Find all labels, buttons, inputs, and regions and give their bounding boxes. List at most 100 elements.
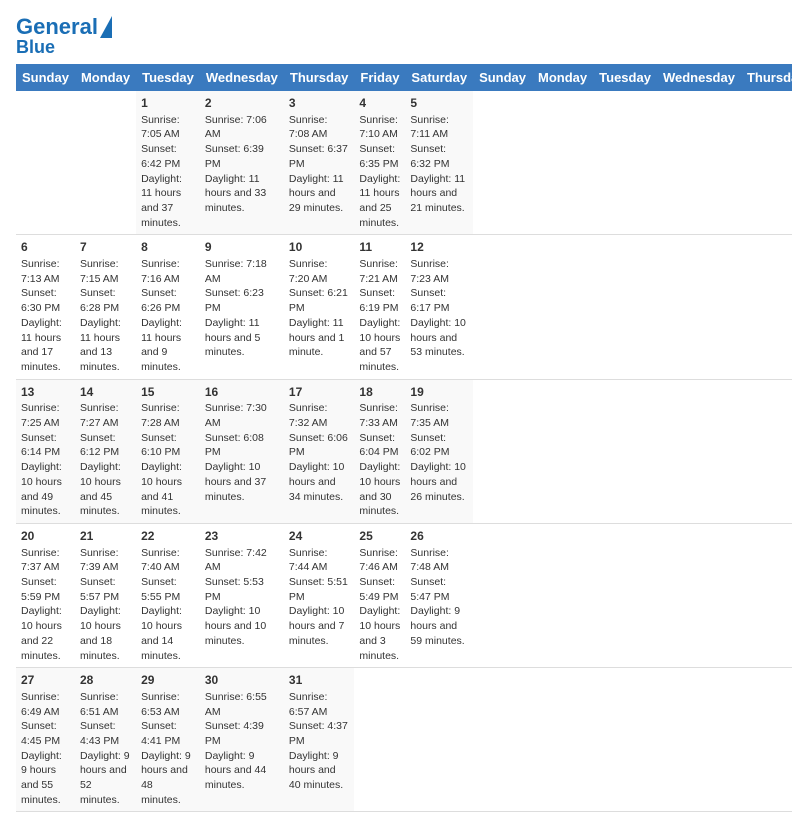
week-row-1: 1Sunrise: 7:05 AMSunset: 6:42 PMDaylight… [16,91,792,235]
day-number: 29 [141,672,195,689]
sunset-text: Sunset: 6:26 PM [141,286,195,315]
sunrise-text: Sunrise: 7:40 AM [141,546,195,575]
sunset-text: Sunset: 4:45 PM [21,719,70,748]
day-cell-11: 11Sunrise: 7:21 AMSunset: 6:19 PMDayligh… [354,235,405,379]
sunrise-text: Sunrise: 6:49 AM [21,690,70,719]
sunset-text: Sunset: 4:37 PM [289,719,350,748]
day-number: 6 [21,239,70,256]
day-number: 24 [289,528,350,545]
sunset-text: Sunset: 6:04 PM [359,431,400,460]
sunset-text: Sunset: 6:08 PM [205,431,279,460]
day-number: 7 [80,239,131,256]
day-cell-8: 8Sunrise: 7:16 AMSunset: 6:26 PMDaylight… [136,235,200,379]
week-row-2: 6Sunrise: 7:13 AMSunset: 6:30 PMDaylight… [16,235,792,379]
day-cell-27: 27Sunrise: 6:49 AMSunset: 4:45 PMDayligh… [16,668,75,812]
day-number: 30 [205,672,279,689]
day-number: 26 [410,528,468,545]
day-cell-24: 24Sunrise: 7:44 AMSunset: 5:51 PMDayligh… [284,523,355,667]
sunrise-text: Sunrise: 7:20 AM [289,257,350,286]
day-cell-30: 30Sunrise: 6:55 AMSunset: 4:39 PMDayligh… [200,668,284,812]
sunrise-text: Sunrise: 7:15 AM [80,257,131,286]
daylight-text: Daylight: 10 hours and 41 minutes. [141,460,195,519]
sunrise-text: Sunrise: 7:39 AM [80,546,131,575]
sunset-text: Sunset: 6:35 PM [359,142,400,171]
logo: General Blue [16,16,112,56]
empty-cell [405,668,473,812]
sunset-text: Sunset: 5:51 PM [289,575,350,604]
week-row-5: 27Sunrise: 6:49 AMSunset: 4:45 PM Dayligh… [16,668,792,812]
page-header: General Blue [16,16,776,56]
day-number: 3 [289,95,350,112]
day-number: 31 [289,672,350,689]
sunset-text: Sunset: 6:23 PM [205,286,279,315]
sunset-text: Sunset: 6:02 PM [410,431,468,460]
sunset-text: Sunset: 6:21 PM [289,286,350,315]
sunrise-text: Sunrise: 7:25 AM [21,401,70,430]
sunrise-text: Sunrise: 7:46 AM [359,546,400,575]
day-cell-26: 26Sunrise: 7:48 AMSunset: 5:47 PMDayligh… [405,523,473,667]
daylight-text: Daylight: 10 hours and 37 minutes. [205,460,279,504]
sunset-text: Sunset: 4:41 PM [141,719,195,748]
sunrise-text: Sunrise: 7:08 AM [289,113,350,142]
column-header-thursday: Thursday [741,64,792,91]
empty-cell [16,91,75,235]
day-cell-22: 22Sunrise: 7:40 AMSunset: 5:55 PMDayligh… [136,523,200,667]
header-row: SundayMondayTuesdayWednesdayThursdayFrid… [16,64,792,91]
day-cell-28: 28Sunrise: 6:51 AMSunset: 4:43 PMDayligh… [75,668,136,812]
sunset-text: Sunset: 6:12 PM [80,431,131,460]
column-header-monday: Monday [75,64,136,91]
day-cell-25: 25Sunrise: 7:46 AMSunset: 5:49 PMDayligh… [354,523,405,667]
day-cell-16: 16Sunrise: 7:30 AMSunset: 6:08 PMDayligh… [200,379,284,523]
daylight-text: Daylight: 11 hours and 21 minutes. [410,172,468,216]
daylight-text: Daylight: 10 hours and 30 minutes. [359,460,400,519]
logo-subtext: Blue [16,38,55,56]
day-cell-7: 7Sunrise: 7:15 AMSunset: 6:28 PMDaylight… [75,235,136,379]
column-header-friday: Friday [354,64,405,91]
daylight-text: Daylight: 10 hours and 49 minutes. [21,460,70,519]
daylight-text: Daylight: 10 hours and 10 minutes. [205,604,279,648]
day-cell-5: 5Sunrise: 7:11 AMSunset: 6:32 PMDaylight… [405,91,473,235]
calendar-table: SundayMondayTuesdayWednesdayThursdayFrid… [16,64,792,812]
column-header-sunday: Sunday [16,64,75,91]
daylight-text: Daylight: 10 hours and 3 minutes. [359,604,400,663]
day-number: 28 [80,672,131,689]
day-number: 25 [359,528,400,545]
sunset-text: Sunset: 6:14 PM [21,431,70,460]
logo-text: General [16,16,98,38]
day-cell-21: 21Sunrise: 7:39 AMSunset: 5:57 PMDayligh… [75,523,136,667]
day-cell-18: 18Sunrise: 7:33 AMSunset: 6:04 PMDayligh… [354,379,405,523]
daylight-text: Daylight: 9 hours and 48 minutes. [141,749,195,808]
sunset-text: Sunset: 6:17 PM [410,286,468,315]
sunrise-text: Sunrise: 7:21 AM [359,257,400,286]
day-cell-31: 31Sunrise: 6:57 AMSunset: 4:37 PMDayligh… [284,668,355,812]
sunset-text: Sunset: 5:55 PM [141,575,195,604]
day-number: 16 [205,384,279,401]
daylight-text: Daylight: 11 hours and 9 minutes. [141,316,195,375]
day-cell-17: 17Sunrise: 7:32 AMSunset: 6:06 PMDayligh… [284,379,355,523]
day-cell-12: 12Sunrise: 7:23 AMSunset: 6:17 PMDayligh… [405,235,473,379]
day-cell-23: 23Sunrise: 7:42 AMSunset: 5:53 PMDayligh… [200,523,284,667]
column-header-tuesday: Tuesday [136,64,200,91]
sunrise-text: Sunrise: 7:23 AM [410,257,468,286]
week-row-3: 13Sunrise: 7:25 AMSunset: 6:14 PMDayligh… [16,379,792,523]
daylight-text: Daylight: 10 hours and 45 minutes. [80,460,131,519]
sunrise-text: Sunrise: 7:35 AM [410,401,468,430]
day-number: 19 [410,384,468,401]
day-cell-19: 19Sunrise: 7:35 AMSunset: 6:02 PMDayligh… [405,379,473,523]
sunset-text: Sunset: 6:19 PM [359,286,400,315]
day-number: 12 [410,239,468,256]
daylight-text: Daylight: 9 hours and 52 minutes. [80,749,131,808]
sunrise-text: Sunrise: 7:48 AM [410,546,468,575]
sunset-text: Sunset: 6:28 PM [80,286,131,315]
daylight-text: Daylight: 10 hours and 34 minutes. [289,460,350,504]
day-cell-2: 2Sunrise: 7:06 AMSunset: 6:39 PMDaylight… [200,91,284,235]
sunrise-text: Sunrise: 7:18 AM [205,257,279,286]
column-header-monday: Monday [532,64,593,91]
sunrise-text: Sunrise: 7:32 AM [289,401,350,430]
daylight-text: Daylight: 10 hours and 53 minutes. [410,316,468,360]
day-number: 11 [359,239,400,256]
day-number: 13 [21,384,70,401]
day-number: 27 [21,672,70,689]
daylight-text: Daylight: 9 hours and 44 minutes. [205,749,279,793]
sunrise-text: Sunrise: 7:05 AM [141,113,195,142]
